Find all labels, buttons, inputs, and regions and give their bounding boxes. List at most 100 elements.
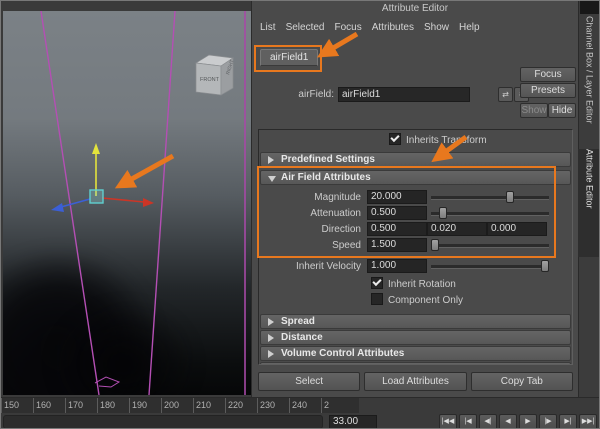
inherit-rotation-row[interactable]: Inherit Rotation <box>371 277 572 292</box>
section-label: Volume Control Attributes <box>281 348 405 359</box>
tab-attribute-editor[interactable]: Attribute Editor <box>578 149 599 257</box>
tab-label: Channel Box / Layer Editor <box>584 16 595 124</box>
menu-attributes[interactable]: Attributes <box>372 22 414 33</box>
inherit-rotation-label: Inherit Rotation <box>388 279 456 290</box>
show-button[interactable]: Show <box>520 103 548 118</box>
current-time-input[interactable]: 33.00 <box>329 415 377 428</box>
component-only-checkbox[interactable] <box>371 293 383 305</box>
maya-window: FRONT RIGHT Attribute Editor List Select… <box>0 0 600 429</box>
component-only-label: Component Only <box>388 295 464 306</box>
step-back-key-button[interactable]: |◀ <box>459 414 477 428</box>
viewport-panel[interactable]: FRONT RIGHT <box>3 11 251 395</box>
focus-button[interactable]: Focus <box>520 67 576 82</box>
footer-buttons: Select Load Attributes Copy Tab <box>258 372 573 391</box>
manipulator-x-arrowhead[interactable] <box>143 198 154 207</box>
section-special-effects[interactable]: Special Effects <box>260 362 571 364</box>
load-attributes-button[interactable]: Load Attributes <box>364 372 467 391</box>
time-tick: 240 <box>289 398 321 414</box>
speed-input[interactable]: 1.500 <box>367 238 427 252</box>
manipulator-y-arrowhead[interactable] <box>92 143 100 154</box>
attribute-scroll-area: Inherits Transform Predefined Settings A… <box>258 129 573 365</box>
inherit-velocity-slider[interactable] <box>431 260 550 272</box>
step-forward-frame-button[interactable]: |▶ <box>539 414 557 428</box>
menu-show[interactable]: Show <box>424 22 449 33</box>
node-field-label: airField: <box>298 89 334 100</box>
section-spread[interactable]: Spread <box>260 314 571 329</box>
presets-button[interactable]: Presets <box>520 83 576 98</box>
section-predefined-settings[interactable]: Predefined Settings <box>260 152 571 167</box>
speed-slider[interactable] <box>430 239 549 251</box>
collapsed-arrow-icon <box>268 334 274 342</box>
direction-x-input[interactable]: 0.500 <box>367 222 427 236</box>
tab-label: Attribute Editor <box>584 149 595 209</box>
attr-row-inherit-velocity: Inherit Velocity 1.000 <box>259 259 572 274</box>
direction-y-input[interactable]: 0.020 <box>427 222 487 236</box>
range-slider[interactable] <box>3 415 323 428</box>
time-tick: 2 <box>321 398 353 414</box>
inherits-transform-row[interactable]: Inherits Transform <box>389 133 572 148</box>
collapsed-arrow-icon <box>268 350 274 358</box>
tab-channel-box-layer-editor[interactable]: Channel Box / Layer Editor <box>578 16 599 144</box>
play-backwards-button[interactable]: ◀ <box>499 414 517 428</box>
range-slider-bar: 33.00 |◀◀ |◀ ◀| ◀ ▶ |▶ ▶| ▶▶| <box>1 413 599 428</box>
direction-z-input[interactable]: 0.000 <box>487 222 547 236</box>
manipulator-z-arrowhead[interactable] <box>51 203 64 212</box>
attr-row-magnitude: Magnitude 20.000 <box>259 190 572 205</box>
collapsed-arrow-icon <box>268 318 274 326</box>
manipulator-x-axis[interactable] <box>101 197 145 203</box>
field-origin-wireframe <box>94 376 121 388</box>
time-tick: 150 <box>1 398 33 414</box>
manipulator-center-handle[interactable] <box>89 189 104 204</box>
viewport-overlay: FRONT RIGHT <box>40 11 246 395</box>
hide-button[interactable]: Hide <box>548 103 576 118</box>
inherit-velocity-input[interactable]: 1.000 <box>367 259 427 273</box>
section-label: Predefined Settings <box>281 154 375 165</box>
time-tick: 180 <box>97 398 129 414</box>
collapsed-arrow-icon <box>268 156 274 164</box>
direction-label: Direction <box>321 224 361 235</box>
magnitude-input[interactable]: 20.000 <box>367 190 427 204</box>
speed-label: Speed <box>332 240 361 251</box>
component-only-row[interactable]: Component Only <box>371 293 572 308</box>
section-air-field-attributes[interactable]: Air Field Attributes <box>260 170 571 185</box>
attr-row-direction: Direction 0.500 0.020 0.000 <box>259 222 572 237</box>
go-to-end-button[interactable]: ▶▶| <box>579 414 597 428</box>
step-forward-key-button[interactable]: ▶| <box>559 414 577 428</box>
play-forwards-button[interactable]: ▶ <box>519 414 537 428</box>
menu-list[interactable]: List <box>260 22 276 33</box>
swap-node-icon[interactable]: ⇄ <box>498 87 513 102</box>
magnitude-slider[interactable] <box>431 191 549 203</box>
select-button[interactable]: Select <box>258 372 361 391</box>
attenuation-slider[interactable] <box>431 207 549 219</box>
view-cube[interactable]: FRONT RIGHT <box>194 54 236 96</box>
tab-airfield1[interactable]: airField1 <box>260 49 319 66</box>
go-to-start-button[interactable]: |◀◀ <box>439 414 457 428</box>
inherit-rotation-checkbox[interactable] <box>371 277 383 289</box>
attenuation-input[interactable]: 0.500 <box>367 206 427 220</box>
section-label: Spread <box>281 316 315 327</box>
menu-selected[interactable]: Selected <box>286 22 325 33</box>
step-back-frame-button[interactable]: ◀| <box>479 414 497 428</box>
section-volume-control[interactable]: Volume Control Attributes <box>260 346 571 361</box>
time-tick: 170 <box>65 398 97 414</box>
manipulator-z-axis[interactable] <box>60 198 91 208</box>
attr-row-attenuation: Attenuation 0.500 <box>259 206 572 221</box>
view-cube-front-label: FRONT <box>200 77 220 83</box>
copy-tab-button[interactable]: Copy Tab <box>470 372 573 391</box>
time-tick: 190 <box>129 398 161 414</box>
attr-row-speed: Speed 1.500 <box>259 238 572 253</box>
playback-controls: |◀◀ |◀ ◀| ◀ ▶ |▶ ▶| ▶▶| <box>439 414 597 428</box>
inherits-transform-label: Inherits Transform <box>406 135 487 146</box>
inherits-transform-checkbox[interactable] <box>389 133 401 145</box>
node-name-input[interactable]: airField1 <box>338 87 470 102</box>
section-label: Distance <box>281 332 323 343</box>
time-tick: 200 <box>161 398 193 414</box>
menu-help[interactable]: Help <box>459 22 480 33</box>
attribute-editor-panel: Attribute Editor List Selected Focus Att… <box>251 1 578 397</box>
inherit-velocity-label: Inherit Velocity <box>295 261 361 272</box>
section-distance[interactable]: Distance <box>260 330 571 345</box>
panel-title: Attribute Editor <box>381 3 449 14</box>
time-tick: 160 <box>33 398 65 414</box>
time-ruler[interactable]: 150 160 170 180 190 200 210 220 230 240 … <box>1 398 359 414</box>
menu-focus[interactable]: Focus <box>334 22 361 33</box>
